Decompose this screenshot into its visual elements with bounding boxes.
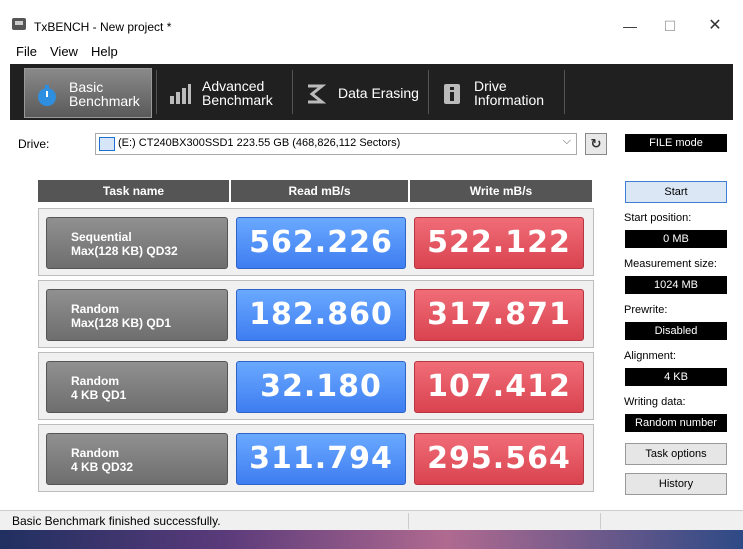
writing-data-value[interactable]: Random number (625, 414, 727, 432)
alignment-value[interactable]: 4 KB (625, 368, 727, 386)
write-value: 295.564 (414, 433, 584, 485)
tab-basic-benchmark[interactable]: Basic Benchmark (24, 68, 152, 118)
task-name-line1: Sequential (71, 230, 132, 244)
maximize-button[interactable]: ☐ (660, 18, 680, 34)
tab-advanced-line1: Advanced (202, 78, 265, 94)
chevron-down-icon: ⌵ (562, 135, 571, 147)
start-button[interactable]: Start (625, 181, 727, 203)
header-read: Read mB/s (231, 180, 408, 202)
write-value: 107.412 (414, 361, 584, 413)
toolbar-separator (292, 70, 293, 114)
tab-data-erasing[interactable]: Data Erasing (294, 68, 424, 116)
task-name-line2: 4 KB QD32 (71, 460, 134, 474)
read-value: 182.860 (236, 289, 406, 341)
bar-chart-icon (170, 84, 191, 104)
read-value: 311.794 (236, 433, 406, 485)
tab-basic-line1: Basic (69, 79, 104, 95)
task-name-line1: Random (71, 446, 119, 460)
history-button[interactable]: History (625, 473, 727, 495)
mode-toolbar: Basic Benchmark Advanced Benchmark Data … (10, 64, 733, 120)
status-separator (408, 513, 409, 529)
task-button[interactable]: Random 4 KB QD1 (46, 361, 228, 413)
measurement-size-label: Measurement size: (624, 258, 717, 270)
menu-file[interactable]: File (16, 44, 37, 59)
menu-view[interactable]: View (50, 44, 78, 59)
tab-advanced-benchmark[interactable]: Advanced Benchmark (158, 68, 288, 116)
menu-help[interactable]: Help (91, 44, 118, 59)
prewrite-value[interactable]: Disabled (625, 322, 727, 340)
window-title: TxBENCH - New project * (34, 20, 172, 34)
tab-advanced-line2: Benchmark (202, 92, 273, 108)
task-options-button[interactable]: Task options (625, 443, 727, 465)
writing-data-label: Writing data: (624, 396, 686, 408)
prewrite-label: Prewrite: (624, 304, 668, 316)
toolbar-separator (428, 70, 429, 114)
drive-selected-value: (E:) CT240BX300SSD1 223.55 GB (468,826,1… (118, 137, 401, 149)
toolbar-separator (156, 70, 157, 114)
refresh-button[interactable]: ↻ (585, 133, 607, 155)
header-write: Write mB/s (410, 180, 592, 202)
txbench-window: TxBENCH - New project * — ☐ ✕ File View … (0, 0, 743, 549)
status-text: Basic Benchmark finished successfully. (12, 514, 221, 528)
write-value: 317.871 (414, 289, 584, 341)
alignment-label: Alignment: (624, 350, 676, 362)
eraser-icon (308, 84, 327, 104)
menu-bar: File View Help (0, 42, 743, 62)
task-button[interactable]: Sequential Max(128 KB) QD32 (46, 217, 228, 269)
drive-info-icon (444, 84, 460, 104)
task-name-line2: Max(128 KB) QD1 (71, 316, 172, 330)
measurement-size-value[interactable]: 1024 MB (625, 276, 727, 294)
status-separator (600, 513, 601, 529)
title-bar: TxBENCH - New project * — ☐ ✕ (0, 0, 743, 40)
write-value: 522.122 (414, 217, 584, 269)
tab-basic-line2: Benchmark (69, 93, 140, 109)
desktop-background (0, 530, 743, 549)
tab-data-erasing-label: Data Erasing (338, 85, 419, 101)
start-position-value[interactable]: 0 MB (625, 230, 727, 248)
task-name-line2: 4 KB QD1 (71, 388, 127, 402)
toolbar-separator (564, 70, 565, 114)
task-name-line1: Random (71, 374, 119, 388)
close-button[interactable]: ✕ (705, 18, 725, 34)
task-name-line1: Random (71, 302, 119, 316)
task-button[interactable]: Random 4 KB QD32 (46, 433, 228, 485)
stopwatch-icon (38, 85, 56, 106)
drive-icon (99, 137, 115, 151)
task-name-line2: Max(128 KB) QD32 (71, 244, 178, 258)
app-icon (12, 18, 26, 30)
tab-drive-line1: Drive (474, 78, 507, 94)
status-bar: Basic Benchmark finished successfully. (0, 510, 743, 531)
read-value: 32.180 (236, 361, 406, 413)
tab-drive-line2: Information (474, 92, 545, 108)
drive-select[interactable]: (E:) CT240BX300SSD1 223.55 GB (468,826,1… (95, 133, 577, 155)
tab-drive-information[interactable]: Drive Information (430, 68, 560, 116)
read-value: 562.226 (236, 217, 406, 269)
header-task-name: Task name (38, 180, 229, 202)
drive-label: Drive: (18, 137, 50, 151)
start-position-label: Start position: (624, 212, 692, 224)
minimize-button[interactable]: — (620, 18, 640, 34)
mode-indicator[interactable]: FILE mode (625, 134, 727, 152)
task-button[interactable]: Random Max(128 KB) QD1 (46, 289, 228, 341)
